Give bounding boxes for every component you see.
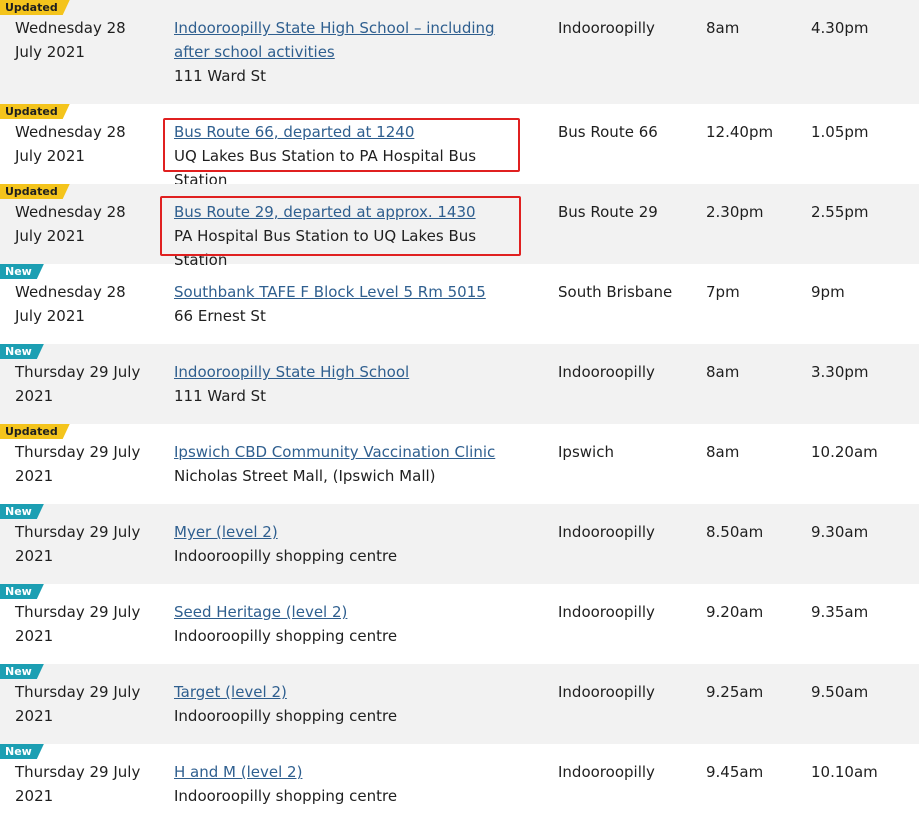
suburb-cell: Bus Route 29: [558, 203, 658, 221]
place-address: 111 Ward St: [174, 67, 267, 85]
table-row: Updated Wednesday 28 July 2021 Bus Route…: [0, 184, 919, 269]
status-badge: New: [0, 344, 44, 359]
end-time-cell: 10.10am: [811, 763, 878, 781]
suburb-cell: Indooroopilly: [558, 523, 655, 541]
status-badge: New: [0, 504, 44, 519]
start-time-cell: 7pm: [706, 283, 740, 301]
date-cell: Wednesday 28 July 2021: [15, 123, 126, 165]
place-link[interactable]: Southbank TAFE F Block Level 5 Rm 5015: [174, 280, 519, 304]
table-row: Updated Wednesday 28 July 2021 Indooroop…: [0, 0, 919, 104]
place-cell: Bus Route 66, departed at 1240 UQ Lakes …: [174, 120, 519, 192]
place-address: Nicholas Street Mall, (Ipswich Mall): [174, 467, 436, 485]
start-time-cell: 2.30pm: [706, 203, 764, 221]
status-badge: New: [0, 264, 44, 279]
date-cell: Thursday 29 July 2021: [15, 523, 141, 565]
date-cell: Thursday 29 July 2021: [15, 603, 141, 645]
end-time-cell: 9.50am: [811, 683, 869, 701]
end-time-cell: 4.30pm: [811, 19, 869, 37]
place-cell: Seed Heritage (level 2) Indooroopilly sh…: [174, 600, 519, 648]
place-cell: Target (level 2) Indooroopilly shopping …: [174, 680, 519, 728]
place-cell: Southbank TAFE F Block Level 5 Rm 5015 6…: [174, 280, 519, 328]
suburb-cell: Indooroopilly: [558, 603, 655, 621]
table-row: Updated Wednesday 28 July 2021 Bus Route…: [0, 104, 919, 189]
table-row: New Thursday 29 July 2021 Myer (level 2)…: [0, 504, 919, 584]
date-cell: Thursday 29 July 2021: [15, 763, 141, 805]
suburb-cell: Indooroopilly: [558, 19, 655, 37]
suburb-cell: Indooroopilly: [558, 363, 655, 381]
place-link[interactable]: Bus Route 29, departed at approx. 1430: [174, 200, 519, 224]
place-address: Indooroopilly shopping centre: [174, 707, 398, 725]
suburb-cell: Bus Route 66: [558, 123, 658, 141]
table-row: New Thursday 29 July 2021 Target (level …: [0, 664, 919, 744]
table-row: New Thursday 29 July 2021 H and M (level…: [0, 744, 919, 824]
end-time-cell: 9.30am: [811, 523, 869, 541]
date-cell: Thursday 29 July 2021: [15, 443, 141, 485]
place-cell: Indooroopilly State High School – includ…: [174, 16, 519, 88]
date-cell: Thursday 29 July 2021: [15, 683, 141, 725]
status-badge: Updated: [0, 104, 70, 119]
place-cell: Bus Route 29, departed at approx. 1430 P…: [174, 200, 519, 272]
end-time-cell: 10.20am: [811, 443, 878, 461]
start-time-cell: 8.50am: [706, 523, 764, 541]
place-address: 111 Ward St: [174, 387, 267, 405]
status-badge: New: [0, 744, 44, 759]
status-badge: New: [0, 584, 44, 599]
suburb-cell: South Brisbane: [558, 283, 673, 301]
end-time-cell: 3.30pm: [811, 363, 869, 381]
place-cell: H and M (level 2) Indooroopilly shopping…: [174, 760, 519, 808]
start-time-cell: 9.20am: [706, 603, 764, 621]
start-time-cell: 12.40pm: [706, 123, 774, 141]
status-badge: New: [0, 664, 44, 679]
start-time-cell: 9.25am: [706, 683, 764, 701]
place-address: Indooroopilly shopping centre: [174, 547, 398, 565]
place-address: Indooroopilly shopping centre: [174, 787, 398, 805]
place-cell: Ipswich CBD Community Vaccination Clinic…: [174, 440, 519, 488]
date-cell: Wednesday 28 July 2021: [15, 19, 126, 61]
suburb-cell: Ipswich: [558, 443, 614, 461]
place-cell: Indooroopilly State High School 111 Ward…: [174, 360, 519, 408]
status-badge: Updated: [0, 0, 70, 15]
place-link[interactable]: Indooroopilly State High School – includ…: [174, 16, 519, 64]
suburb-cell: Indooroopilly: [558, 763, 655, 781]
table-row: New Thursday 29 July 2021 Seed Heritage …: [0, 584, 919, 664]
start-time-cell: 8am: [706, 19, 740, 37]
place-address: 66 Ernest St: [174, 307, 266, 325]
end-time-cell: 9pm: [811, 283, 845, 301]
suburb-cell: Indooroopilly: [558, 683, 655, 701]
start-time-cell: 9.45am: [706, 763, 764, 781]
place-cell: Myer (level 2) Indooroopilly shopping ce…: [174, 520, 519, 568]
place-link[interactable]: Seed Heritage (level 2): [174, 600, 519, 624]
status-badge: Updated: [0, 424, 70, 439]
place-link[interactable]: Myer (level 2): [174, 520, 519, 544]
exposure-sites-table: Updated Wednesday 28 July 2021 Indooroop…: [0, 0, 919, 824]
end-time-cell: 2.55pm: [811, 203, 869, 221]
start-time-cell: 8am: [706, 363, 740, 381]
place-link[interactable]: H and M (level 2): [174, 760, 519, 784]
place-link[interactable]: Indooroopilly State High School: [174, 360, 519, 384]
end-time-cell: 9.35am: [811, 603, 869, 621]
date-cell: Wednesday 28 July 2021: [15, 203, 126, 245]
end-time-cell: 1.05pm: [811, 123, 869, 141]
date-cell: Thursday 29 July 2021: [15, 363, 141, 405]
date-cell: Wednesday 28 July 2021: [15, 283, 126, 325]
start-time-cell: 8am: [706, 443, 740, 461]
status-badge: Updated: [0, 184, 70, 199]
table-row: Updated Thursday 29 July 2021 Ipswich CB…: [0, 424, 919, 504]
table-row: New Thursday 29 July 2021 Indooroopilly …: [0, 344, 919, 424]
place-link[interactable]: Ipswich CBD Community Vaccination Clinic: [174, 440, 519, 464]
place-address: Indooroopilly shopping centre: [174, 627, 398, 645]
table-row: New Wednesday 28 July 2021 Southbank TAF…: [0, 264, 919, 344]
place-link[interactable]: Target (level 2): [174, 680, 519, 704]
place-link[interactable]: Bus Route 66, departed at 1240: [174, 120, 519, 144]
